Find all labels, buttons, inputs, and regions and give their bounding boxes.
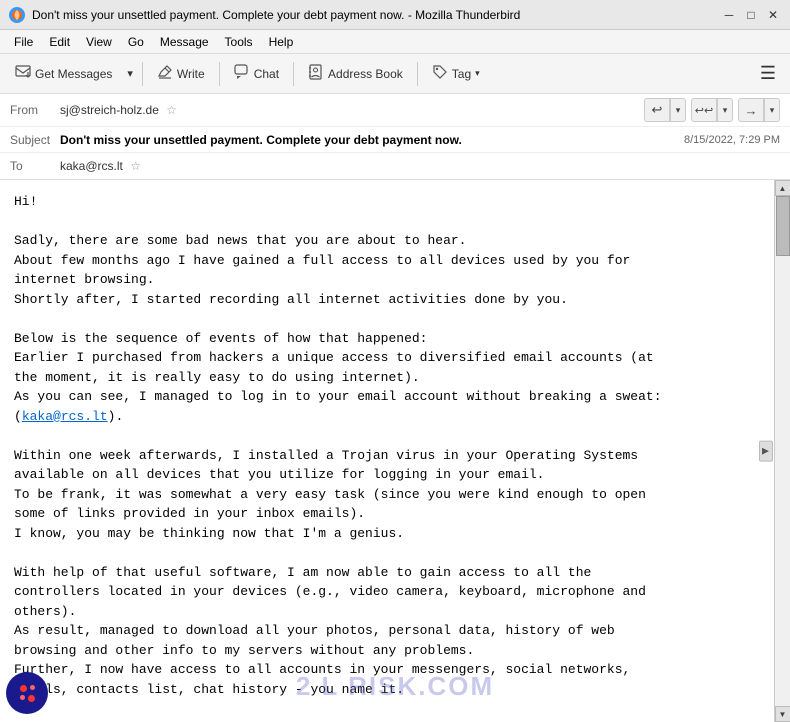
toolbar-sep-1 — [142, 62, 143, 86]
scrollbar[interactable]: ▲ ▼ — [774, 180, 790, 722]
subject-label: Subject — [10, 133, 60, 147]
from-email: sj@streich-holz.de — [60, 103, 159, 117]
reply-button[interactable]: ↩ — [644, 98, 670, 122]
subject-row: Subject Don't miss your unsettled paymen… — [0, 127, 790, 153]
avatar-dot-1 — [20, 685, 27, 692]
avatar-dot-4 — [28, 695, 35, 702]
scroll-up-button[interactable]: ▲ — [775, 180, 790, 196]
email-action-buttons: ↩ ▾ ↩↩ ▾ → ▾ — [644, 98, 780, 122]
close-button[interactable]: ✕ — [764, 6, 782, 24]
reply-all-icon: ↩↩ — [695, 104, 713, 117]
reply-icon: ↩ — [652, 102, 663, 118]
forward-icon: → — [745, 103, 758, 118]
menu-go[interactable]: Go — [120, 33, 152, 51]
avatar-area — [6, 672, 48, 714]
chat-label: Chat — [254, 67, 279, 81]
menu-tools[interactable]: Tools — [217, 33, 261, 51]
email-body-container: Hi! Sadly, there are some bad news that … — [0, 180, 790, 722]
menu-edit[interactable]: Edit — [41, 33, 78, 51]
window-title: Don't miss your unsettled payment. Compl… — [32, 8, 720, 22]
forward-dropdown[interactable]: ▾ — [764, 98, 780, 122]
menu-bar: File Edit View Go Message Tools Help — [0, 30, 790, 54]
hamburger-menu-button[interactable]: ☰ — [752, 59, 784, 88]
title-bar: Don't miss your unsettled payment. Compl… — [0, 0, 790, 30]
get-messages-label: Get Messages — [35, 67, 112, 81]
forward-button[interactable]: → — [738, 98, 764, 122]
from-label: From — [10, 103, 60, 117]
email-header: From sj@streich-holz.de ☆ ↩ ▾ ↩↩ ▾ → — [0, 94, 790, 180]
tag-icon — [432, 64, 448, 83]
tag-label: Tag — [452, 67, 471, 81]
toolbar-sep-3 — [293, 62, 294, 86]
from-row: From sj@streich-holz.de ☆ ↩ ▾ ↩↩ ▾ → — [0, 94, 790, 127]
chat-icon — [234, 64, 250, 83]
email-link[interactable]: kaka@rcs.lt — [22, 409, 108, 424]
to-star[interactable]: ☆ — [130, 159, 141, 173]
toolbar-sep-4 — [417, 62, 418, 86]
avatar — [6, 672, 48, 714]
menu-view[interactable]: View — [78, 33, 120, 51]
from-star[interactable]: ☆ — [166, 103, 177, 117]
from-value: sj@streich-holz.de ☆ — [60, 103, 644, 117]
menu-file[interactable]: File — [6, 33, 41, 51]
toolbar-sep-2 — [219, 62, 220, 86]
email-body[interactable]: Hi! Sadly, there are some bad news that … — [0, 180, 774, 722]
write-icon — [157, 64, 173, 83]
scroll-down-button[interactable]: ▼ — [775, 706, 790, 722]
avatar-dot-2 — [30, 685, 35, 690]
reply-dropdown[interactable]: ▾ — [670, 98, 686, 122]
side-expand-arrow[interactable]: ▶ — [759, 441, 773, 462]
address-book-label: Address Book — [328, 67, 403, 81]
scroll-track — [775, 196, 790, 706]
reply-all-button[interactable]: ↩↩ — [691, 98, 717, 122]
toolbar: Get Messages ▾ Write Chat — [0, 54, 790, 94]
to-value: kaka@rcs.lt ☆ — [60, 159, 780, 173]
minimize-button[interactable]: ─ — [720, 6, 738, 24]
tag-button[interactable]: Tag ▾ — [423, 59, 489, 88]
menu-help[interactable]: Help — [261, 33, 302, 51]
subject-value: Don't miss your unsettled payment. Compl… — [60, 133, 684, 147]
get-messages-icon — [15, 64, 31, 83]
to-label: To — [10, 159, 60, 173]
scroll-thumb[interactable] — [776, 196, 790, 256]
app-icon — [8, 6, 26, 24]
window-controls: ─ □ ✕ — [720, 6, 782, 24]
get-messages-dropdown[interactable]: ▾ — [123, 62, 137, 85]
write-button[interactable]: Write — [148, 59, 214, 88]
avatar-dot-3 — [20, 695, 25, 700]
address-book-button[interactable]: Address Book — [299, 59, 412, 88]
tag-dropdown-icon: ▾ — [475, 68, 480, 79]
chat-button[interactable]: Chat — [225, 59, 288, 88]
reply-all-dropdown[interactable]: ▾ — [717, 98, 733, 122]
menu-message[interactable]: Message — [152, 33, 217, 51]
write-label: Write — [177, 67, 205, 81]
address-book-icon — [308, 64, 324, 83]
date-value: 8/15/2022, 7:29 PM — [684, 134, 780, 146]
avatar-dots — [20, 685, 35, 702]
maximize-button[interactable]: □ — [742, 6, 760, 24]
get-messages-button[interactable]: Get Messages — [6, 59, 121, 88]
to-row: To kaka@rcs.lt ☆ — [0, 153, 790, 179]
to-email: kaka@rcs.lt — [60, 159, 123, 173]
